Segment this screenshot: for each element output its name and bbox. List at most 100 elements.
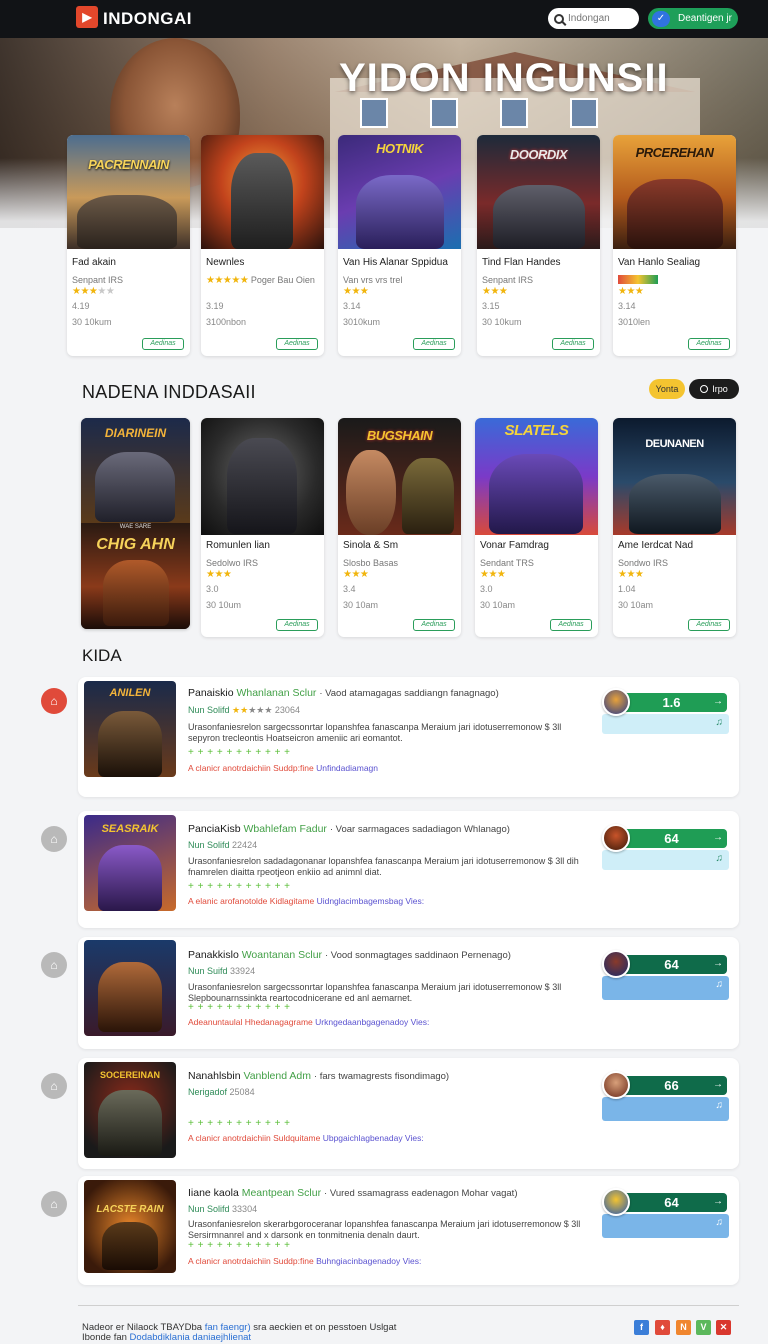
card-rating: 3.0 [206,584,219,594]
list-feature-row: + + + + + + + + + + + [188,881,291,892]
game-card[interactable]: PACRENNAIN Fad akain Senpant IRS ★★★★★ 4… [67,135,190,356]
card-rating: 3.4 [343,584,356,594]
list-meta: Nun Suifd 33924 [188,966,256,976]
list-item[interactable]: SOCEREINAN Nanahlsbin Vanblend Adm · far… [78,1058,739,1169]
game-thumbnail: BUGSHAIN [338,418,461,535]
poster-logo-bottom: CHIG AHN [96,536,175,553]
facebook-icon[interactable]: f [634,1320,649,1335]
card-title: Tind Flan Handes [482,257,561,268]
hero-window [570,98,598,128]
install-button[interactable]: Aedinas [688,338,730,350]
section-title: NADENA INDDASAII [82,382,256,402]
list-links[interactable]: A clanicr anotrdaichiin Suddp:fine Unfin… [188,763,378,773]
card-rating: 3.14 [618,301,636,311]
hero-title: YIDON INGUNSII [339,56,669,100]
list-description: Urasonfaniesrelon sadadagonanar lopanshf… [188,856,579,877]
search-box[interactable] [548,8,639,29]
score-widget[interactable]: 64 → ♫ [602,950,729,1000]
social-icon-x[interactable]: ✕ [716,1320,731,1335]
card-subtitle: Van vrs vrs trel [343,275,403,285]
list-meta: Nun Solifd ★★★★★ 23064 [188,705,300,715]
score-widget[interactable]: 1.6 → ♫ [602,688,729,735]
list-links[interactable]: A clanicr anotrdaichiin Suldquitame Ubpg… [188,1133,424,1143]
game-thumbnail: PRCEREHAN [613,135,736,249]
install-button[interactable]: Aedinas [142,338,184,350]
score-value: 66 [616,1076,727,1095]
card-size: 30 10am [480,600,516,610]
score-lower: ♫ [602,1214,729,1238]
top-bar: ▶ INDONGAI ✓ Deantigen jr [0,0,768,38]
card-rating: 3.0 [480,584,493,594]
search-input[interactable] [568,13,630,24]
card-title: Ame Ierdcat Nad [618,540,694,551]
brand-logo-icon[interactable]: ▶ [76,6,98,28]
install-button[interactable]: Aedinas [413,619,455,631]
install-button[interactable]: Aedinas [688,619,730,631]
rank-badge-icon: ⌂ [41,1073,67,1099]
list-description: Urasonfaniesrelon skerarbgoroceranar lop… [188,1219,581,1240]
card-rating: 4.19 [72,301,90,311]
bell-icon: ♫ [715,979,724,990]
footer-link[interactable]: Dodabdiklania daniaejhlienat [130,1332,251,1343]
bell-icon: ♫ [715,717,724,728]
list-title-line: Panakkislo Woantanan Sclur · Vood sonmag… [188,949,511,961]
social-icon-orange[interactable]: N [676,1320,691,1335]
list-item[interactable]: Panakkislo Woantanan Sclur · Vood sonmag… [78,937,739,1049]
avatar [602,688,630,716]
list-item[interactable]: ANILEN Panaiskio Whanlanan Sclur · Vaod … [78,677,739,797]
bell-icon: ♫ [715,1217,724,1228]
list-title-line: Nanahlsbin Vanblend Adm · fars twamagres… [188,1070,450,1082]
game-card[interactable]: Romunlen lian Sedolwo IRS ★★★ 3.0 30 10u… [201,418,324,637]
card-size: 3010len [618,317,651,327]
install-button[interactable]: Aedinas [552,338,594,350]
filter-pill-dark[interactable]: Irpo [689,379,739,399]
avatar [602,1071,630,1099]
card-size: 3010kum [343,317,381,327]
game-card[interactable]: PRCEREHAN Van Hanlo Sealiag ★★★ 3.14 301… [613,135,736,356]
list-title-line: PanciaKisb Wbahlefam Fadur · Voar sarmag… [188,823,510,835]
avatar [602,824,630,852]
social-icon-red[interactable]: ♦ [655,1320,670,1335]
card-subtitle: Sedolwo IRS [206,558,259,568]
install-button[interactable]: Aedinas [276,338,318,350]
list-links[interactable]: A elanic arofanotolde Kidlagitame Uidngl… [188,896,424,906]
brand-name[interactable]: INDONGAI [103,9,192,29]
list-title-line: Iiane kaola Meantpean Sclur · Vured ssam… [188,1187,518,1199]
card-rating: 3.15 [482,301,500,311]
score-widget[interactable]: 66 → ♫ [602,1071,729,1121]
score-value: 64 [616,1193,727,1212]
featured-poster[interactable]: DIARINEIN WAE SARE CHIG AHN [81,418,190,629]
install-button[interactable]: Aedinas [413,338,455,350]
game-card[interactable]: HOTNIK Van His Alanar Sppidua Van vrs vr… [338,135,461,356]
game-card[interactable]: SLATELS Vonar Famdrag Sendant TRS ★★★ 3.… [475,418,598,637]
score-lower: ♫ [602,976,729,1000]
game-card[interactable]: DEUNANEN Ame Ierdcat Nad Sondwo IRS ★★★ … [613,418,736,637]
search-icon [554,13,564,24]
rating-stars: ★★★ [343,569,369,580]
list-feature-row: + + + + + + + + + + + [188,747,291,758]
card-size: 30 10kum [72,317,112,327]
list-description: Urasonfaniesrelon sargecssonrtar lopansh… [188,722,562,743]
score-widget[interactable]: 64 → ♫ [602,824,729,871]
score-widget[interactable]: 64 → ♫ [602,1188,729,1238]
avatar [602,950,630,978]
list-thumbnail [84,940,176,1036]
game-card[interactable]: Newnles ★★★★★ Poger Bau Oien 3.19 3100nb… [201,135,324,356]
list-links[interactable]: A clanicr anotrdaichiin Suddp:fine Buhng… [188,1256,421,1266]
social-icon-green[interactable]: V [696,1320,711,1335]
install-button[interactable]: Aedinas [550,619,592,631]
install-button[interactable]: Aedinas [276,619,318,631]
arrow-right-icon: → [713,1079,723,1090]
filter-pill[interactable]: Yonta [649,379,685,399]
card-size: 30 10um [206,600,242,610]
list-links[interactable]: Adeanuntaulal Hhedanagagrame Urkngedaanb… [188,1017,429,1027]
card-title: Romunlen lian [206,540,270,551]
hero-window [430,98,458,128]
footer-divider [78,1305,739,1306]
card-badge [618,275,658,284]
game-card[interactable]: DOORDIX Tind Flan Handes Senpant IRS ★★★… [477,135,600,356]
list-item[interactable]: LACSTE RAIN Iiane kaola Meantpean Sclur … [78,1176,739,1285]
list-item[interactable]: SEASRAIK PanciaKisb Wbahlefam Fadur · Vo… [78,811,739,928]
game-card[interactable]: BUGSHAIN Sinola & Sm Slosbo Basas ★★★ 3.… [338,418,461,637]
download-button[interactable]: ✓ Deantigen jr [648,8,738,29]
